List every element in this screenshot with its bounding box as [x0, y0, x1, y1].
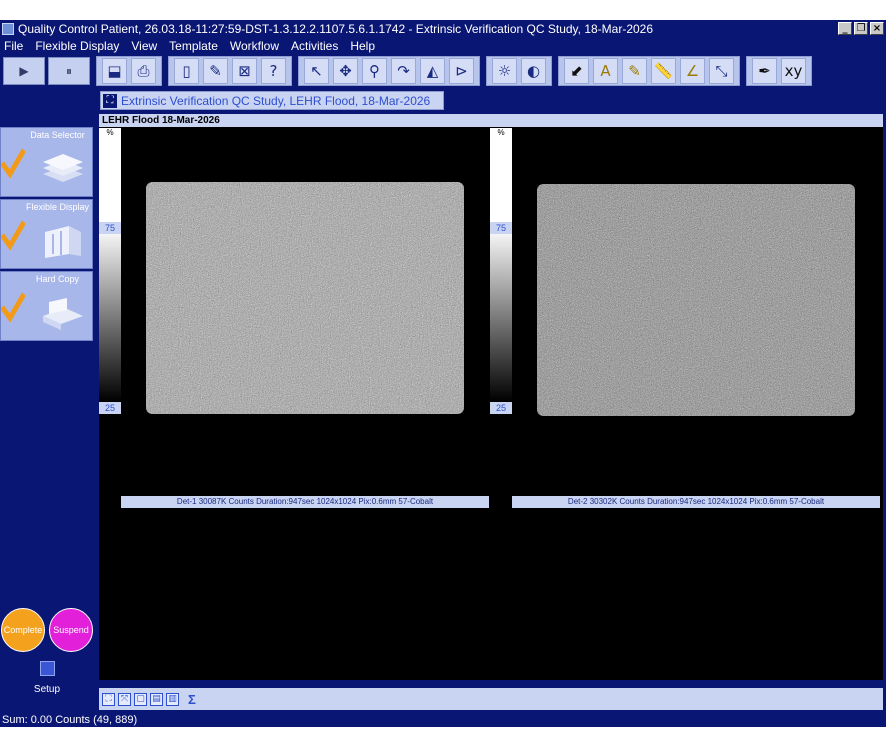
menu-file[interactable]: File	[4, 39, 23, 53]
cine-icon[interactable]: ⊳	[449, 58, 474, 84]
app-icon	[2, 22, 14, 35]
brightness-icon[interactable]: ☼	[492, 58, 517, 84]
pause-button[interactable]: ⏸	[48, 57, 90, 85]
xy-axis-icon[interactable]: xy	[781, 58, 806, 84]
rotate-icon[interactable]: ↷	[391, 58, 416, 84]
step-label: Data Selector	[30, 130, 85, 140]
menu-help[interactable]: Help	[350, 39, 375, 53]
new-doc-icon[interactable]: ▯	[174, 58, 199, 84]
checkmark-icon	[1, 292, 25, 323]
print-icon[interactable]: ⎙	[131, 58, 156, 84]
setup-icon[interactable]	[40, 661, 55, 676]
draw-icon[interactable]: ✒	[752, 58, 777, 84]
window-title-bar: Quality Control Patient, 26.03.18-11:27:…	[0, 20, 886, 37]
document-tab[interactable]: ⛶ Extrinsic Verification QC Study, LEHR …	[100, 91, 444, 110]
step-label: Hard Copy	[35, 274, 80, 284]
layout-compare-icon[interactable]: ▥	[166, 692, 179, 706]
toolbar-group: ▯ ✎ ⊠?	[168, 56, 292, 86]
expand-icon[interactable]: ⛶	[103, 93, 117, 108]
image-caption-det1: Det-1 30087K Counts Duration:947sec 1024…	[121, 496, 489, 508]
colorbar-tick-low: 25	[490, 402, 512, 414]
printer-icon	[43, 298, 83, 330]
save-icon[interactable]: ⬓	[102, 58, 127, 84]
colorbar-tick-high: 75	[99, 222, 121, 234]
toolbar-group: ✒ xy	[746, 56, 812, 86]
layout-single-icon[interactable]: ▢	[134, 692, 147, 706]
arrow-annotation-icon[interactable]: ⬋	[564, 58, 589, 84]
colorbar-tick-low: 25	[99, 402, 121, 414]
step-label: Flexible Display	[25, 202, 90, 212]
colorbar[interactable]: % 75 25	[99, 128, 121, 508]
flood-image-det1	[146, 182, 464, 414]
menu-workflow[interactable]: Workflow	[230, 39, 279, 53]
suspend-button[interactable]: Suspend	[49, 608, 93, 652]
pointer-icon[interactable]: ↖	[304, 58, 329, 84]
play-icon: ▶	[19, 64, 29, 78]
layout-split-icon[interactable]: ▤	[150, 692, 163, 706]
edit-doc-icon[interactable]: ✎	[203, 58, 228, 84]
frame-title: LEHR Flood 18-Mar-2026	[99, 114, 883, 127]
layout-toolbar: ⛶ ⤧ ▢ ▤ ▥ Σ	[99, 688, 883, 710]
minimize-icon[interactable]: _	[838, 22, 852, 35]
viewport-det1[interactable]: % 75 25 Det-1 30087K Counts Duration:947…	[99, 128, 489, 508]
checkmark-icon	[1, 220, 25, 251]
help-doc-icon[interactable]: ?	[261, 58, 286, 84]
menu-flexible-display[interactable]: Flexible Display	[35, 39, 119, 53]
invert-icon[interactable]: ◐	[521, 58, 546, 84]
menu-template[interactable]: Template	[169, 39, 218, 53]
zoom-icon[interactable]: ⚲	[362, 58, 387, 84]
workflow-panel: Data Selector Flexible Display Hard Copy…	[0, 88, 96, 713]
text-annotation-icon[interactable]: A	[593, 58, 618, 84]
colorbar-unit: %	[106, 128, 114, 137]
ruler-icon[interactable]: 📏	[651, 58, 676, 84]
play-button[interactable]: ▶	[3, 57, 45, 85]
image-panel-det1[interactable]	[121, 128, 489, 508]
colorbar-tick-high: 75	[490, 222, 512, 234]
toolbar-group: ⬋ A ✎ 📏 ∠ ⤡	[558, 56, 740, 86]
workflow-step-flexible-display[interactable]: Flexible Display	[0, 199, 93, 269]
window-title: Quality Control Patient, 26.03.18-11:27:…	[18, 21, 654, 36]
layout-fit-icon[interactable]: ⛶	[102, 692, 115, 706]
image-frame: LEHR Flood 18-Mar-2026 % 75 25 Det-1 300…	[99, 114, 883, 680]
menu-bar: File Flexible Display View Template Work…	[0, 37, 886, 54]
pan-icon[interactable]: ✥	[333, 58, 358, 84]
document-tab-label: Extrinsic Verification QC Study, LEHR Fl…	[121, 93, 431, 108]
angle-icon[interactable]: ∠	[680, 58, 705, 84]
toolbar: ▶ ⏸ ⬓ ⎙ ▯ ✎ ⊠? ↖ ✥ ⚲ ↷ ◭ ⊳ ☼ ◐ ⬋ A ✎ 📏 ∠ ⤡ ✒ xy	[0, 54, 886, 88]
sigma-icon[interactable]: Σ	[188, 692, 196, 707]
workflow-step-data-selector[interactable]: Data Selector	[0, 127, 93, 197]
status-bar: Sum: 0.00 Counts (49, 889)	[0, 713, 886, 727]
menu-view[interactable]: View	[131, 39, 157, 53]
flood-image-det2	[537, 184, 855, 416]
toolbar-group: ⬓ ⎙	[96, 56, 162, 86]
pause-icon: ⏸	[65, 63, 72, 78]
document-area: ⛶ Extrinsic Verification QC Study, LEHR …	[96, 88, 886, 713]
maximize-icon[interactable]: ❐	[854, 22, 868, 35]
distance-icon[interactable]: ⤡	[709, 58, 734, 84]
setup-label: Setup	[33, 684, 61, 695]
close-icon[interactable]: ×	[870, 22, 884, 35]
viewport-det2[interactable]: % 75 25 Det-2 30302K Counts Duration:947…	[490, 128, 883, 508]
layers-icon	[43, 154, 83, 182]
menu-activities[interactable]: Activities	[291, 39, 338, 53]
colorbar-unit: %	[497, 128, 505, 137]
complete-button[interactable]: Complete	[1, 608, 45, 652]
close-doc-icon[interactable]: ⊠	[232, 58, 257, 84]
image-caption-det2: Det-2 30302K Counts Duration:947sec 1024…	[512, 496, 880, 508]
workflow-step-hard-copy[interactable]: Hard Copy	[0, 271, 93, 341]
layout-expand-icon[interactable]: ⤧	[118, 692, 131, 706]
toolbar-group: ↖ ✥ ⚲ ↷ ◭ ⊳	[298, 56, 480, 86]
colorbar[interactable]: % 75 25	[490, 128, 512, 508]
label-annotation-icon[interactable]: ✎	[622, 58, 647, 84]
checkmark-icon	[1, 148, 25, 179]
image-panel-det2[interactable]	[512, 128, 880, 508]
flip-icon[interactable]: ◭	[420, 58, 445, 84]
toolbar-group: ☼ ◐	[486, 56, 552, 86]
display-icon	[45, 226, 81, 258]
